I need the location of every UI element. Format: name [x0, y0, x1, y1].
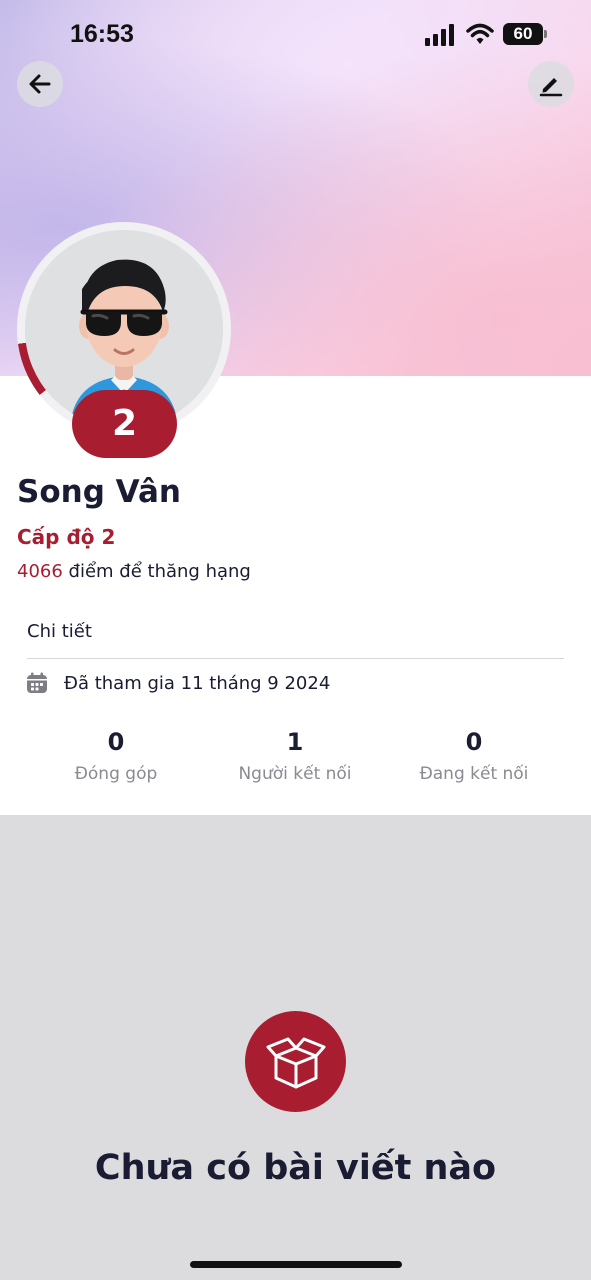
- stat-label: Đang kết nối: [419, 764, 529, 784]
- box-icon: [266, 1037, 325, 1088]
- back-button[interactable]: [17, 61, 63, 107]
- points-value: 4066: [17, 561, 63, 582]
- arrow-left-icon: [29, 74, 51, 94]
- profile-name: Song Vân: [17, 474, 181, 510]
- empty-state-icon-circle: [245, 1011, 346, 1112]
- points-suffix: điểm để thăng hạng: [62, 561, 251, 582]
- pencil-icon: [539, 78, 563, 97]
- stat-contributions[interactable]: 0 Đóng góp: [26, 728, 206, 784]
- profile-screen: 16:53 60 2 Song Vân Cấp độ 2 4066 điểm đ…: [0, 0, 591, 1280]
- edit-profile-button[interactable]: [528, 61, 574, 107]
- status-bar: 16:53 60: [0, 0, 591, 70]
- points-to-next-level: 4066 điểm để thăng hạng: [17, 561, 251, 582]
- home-indicator[interactable]: [190, 1261, 402, 1268]
- battery-icon: 60: [503, 23, 547, 45]
- empty-state-title: Chưa có bài viết nào: [94, 1148, 497, 1188]
- stat-value: 1: [286, 728, 304, 756]
- calendar-icon: [27, 672, 47, 693]
- stat-value: 0: [465, 728, 483, 756]
- joined-row: Đã tham gia 11 tháng 9 2024: [26, 670, 330, 696]
- battery-level: 60: [513, 24, 533, 43]
- level-badge: 2: [72, 390, 177, 458]
- stat-connections[interactable]: 1 Người kết nối: [205, 728, 385, 784]
- stat-value: 0: [107, 728, 125, 756]
- signal-icon: [425, 24, 457, 46]
- level-label: Cấp độ 2: [17, 525, 116, 549]
- details-title: Chi tiết: [27, 621, 92, 642]
- stat-label: Người kết nối: [238, 764, 352, 784]
- details-divider: [27, 658, 564, 659]
- wifi-icon: [466, 23, 494, 44]
- status-time: 16:53: [70, 20, 134, 48]
- joined-date: Đã tham gia 11 tháng 9 2024: [64, 672, 331, 694]
- stat-following[interactable]: 0 Đang kết nối: [384, 728, 564, 784]
- stat-label: Đóng góp: [74, 764, 158, 784]
